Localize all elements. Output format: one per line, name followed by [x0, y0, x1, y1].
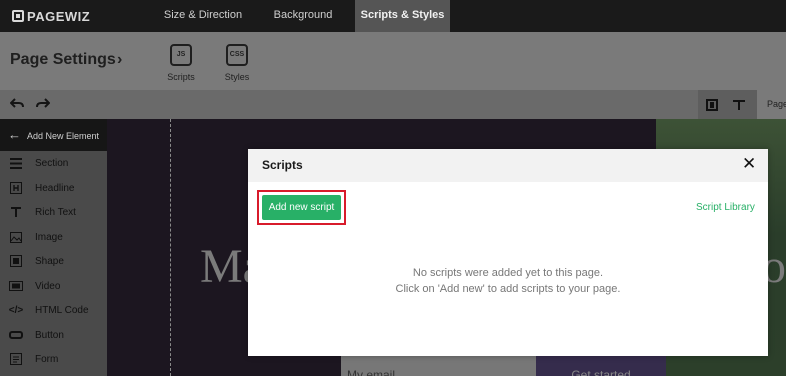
element-label: Headline: [35, 182, 75, 194]
align-tool-icon[interactable]: [732, 97, 746, 114]
form-icon: [9, 352, 23, 366]
script-library-link[interactable]: Script Library: [696, 202, 755, 213]
html-code-icon: </>: [8, 304, 24, 316]
scripts-modal: Scripts ✕ Add new script Script Library …: [248, 149, 768, 356]
top-bar: PAGEWIZ Size & Direction Background Scri…: [0, 0, 786, 32]
empty-message-line-1: No scripts were added yet to this page.: [412, 267, 604, 279]
element-item-html-code[interactable]: </> HTML Code: [0, 298, 107, 322]
tab-background[interactable]: Background: [258, 0, 348, 32]
undo-icon[interactable]: [9, 96, 24, 113]
element-label: Rich Text: [35, 206, 76, 218]
modal-header: Scripts ✕: [248, 149, 768, 182]
modal-title: Scripts: [262, 158, 303, 172]
headline-icon: [9, 181, 23, 195]
styles-label: Styles: [224, 72, 250, 82]
highlight-frame: Add new script: [257, 190, 346, 225]
arrow-left-icon: ←: [8, 127, 21, 142]
element-item-rich-text[interactable]: Rich Text: [0, 200, 107, 224]
redo-icon[interactable]: [36, 96, 51, 113]
page-tab[interactable]: Page: [757, 90, 786, 119]
section-icon: [9, 156, 23, 170]
add-new-script-button[interactable]: Add new script: [262, 195, 341, 220]
close-icon[interactable]: ✕: [742, 154, 756, 174]
pagewiz-logo[interactable]: PAGEWIZ: [12, 8, 90, 24]
chevron-right-icon[interactable]: ›: [117, 51, 122, 69]
logo-text: PAGEWIZ: [27, 8, 91, 24]
image-icon: [9, 230, 23, 244]
tab-scripts-styles[interactable]: Scripts & Styles: [355, 0, 450, 32]
page-settings-title: Page Settings: [10, 51, 116, 68]
add-new-element-label: Add New Element: [27, 131, 100, 141]
element-label: Button: [35, 329, 64, 341]
editor-toolbar: Page: [0, 90, 786, 119]
tab-size-direction[interactable]: Size & Direction: [155, 0, 251, 32]
element-label: Form: [35, 353, 59, 365]
element-item-shape[interactable]: Shape: [0, 249, 107, 273]
element-item-image[interactable]: Image: [0, 225, 107, 249]
add-new-element-header[interactable]: ← Add New Element: [0, 119, 107, 151]
element-label: HTML Code: [35, 304, 89, 316]
element-label: Section: [35, 157, 69, 169]
scripts-label: Scripts: [167, 72, 195, 82]
js-icon: JS: [170, 44, 192, 66]
scripts-button[interactable]: JS Scripts: [166, 44, 196, 82]
empty-message-line-2: Click on 'Add new' to add scripts to you…: [395, 283, 621, 295]
logo-icon: [12, 10, 24, 22]
element-label: Image: [35, 231, 63, 243]
element-item-headline[interactable]: Headline: [0, 176, 107, 200]
get-started-button[interactable]: Get started: [536, 356, 666, 376]
element-item-section[interactable]: Section: [0, 151, 107, 175]
desktop-view-icon[interactable]: [706, 98, 718, 114]
email-field[interactable]: My email: [341, 356, 536, 376]
rich-text-icon: [9, 205, 23, 219]
video-icon: [9, 279, 23, 293]
guide-line: [170, 119, 171, 376]
elements-panel: ← Add New Element Section Headline Rich T…: [0, 119, 107, 376]
element-item-form[interactable]: Form: [0, 347, 107, 371]
button-icon: [9, 328, 23, 342]
shape-icon: [9, 254, 23, 268]
element-item-video[interactable]: Video: [0, 274, 107, 298]
element-item-button[interactable]: Button: [0, 323, 107, 347]
styles-button[interactable]: CSS Styles: [222, 44, 252, 82]
css-icon: CSS: [226, 44, 248, 66]
page-settings-bar: Page Settings › JS Scripts CSS Styles: [0, 32, 786, 90]
element-label: Video: [35, 280, 61, 292]
element-label: Shape: [35, 255, 64, 267]
